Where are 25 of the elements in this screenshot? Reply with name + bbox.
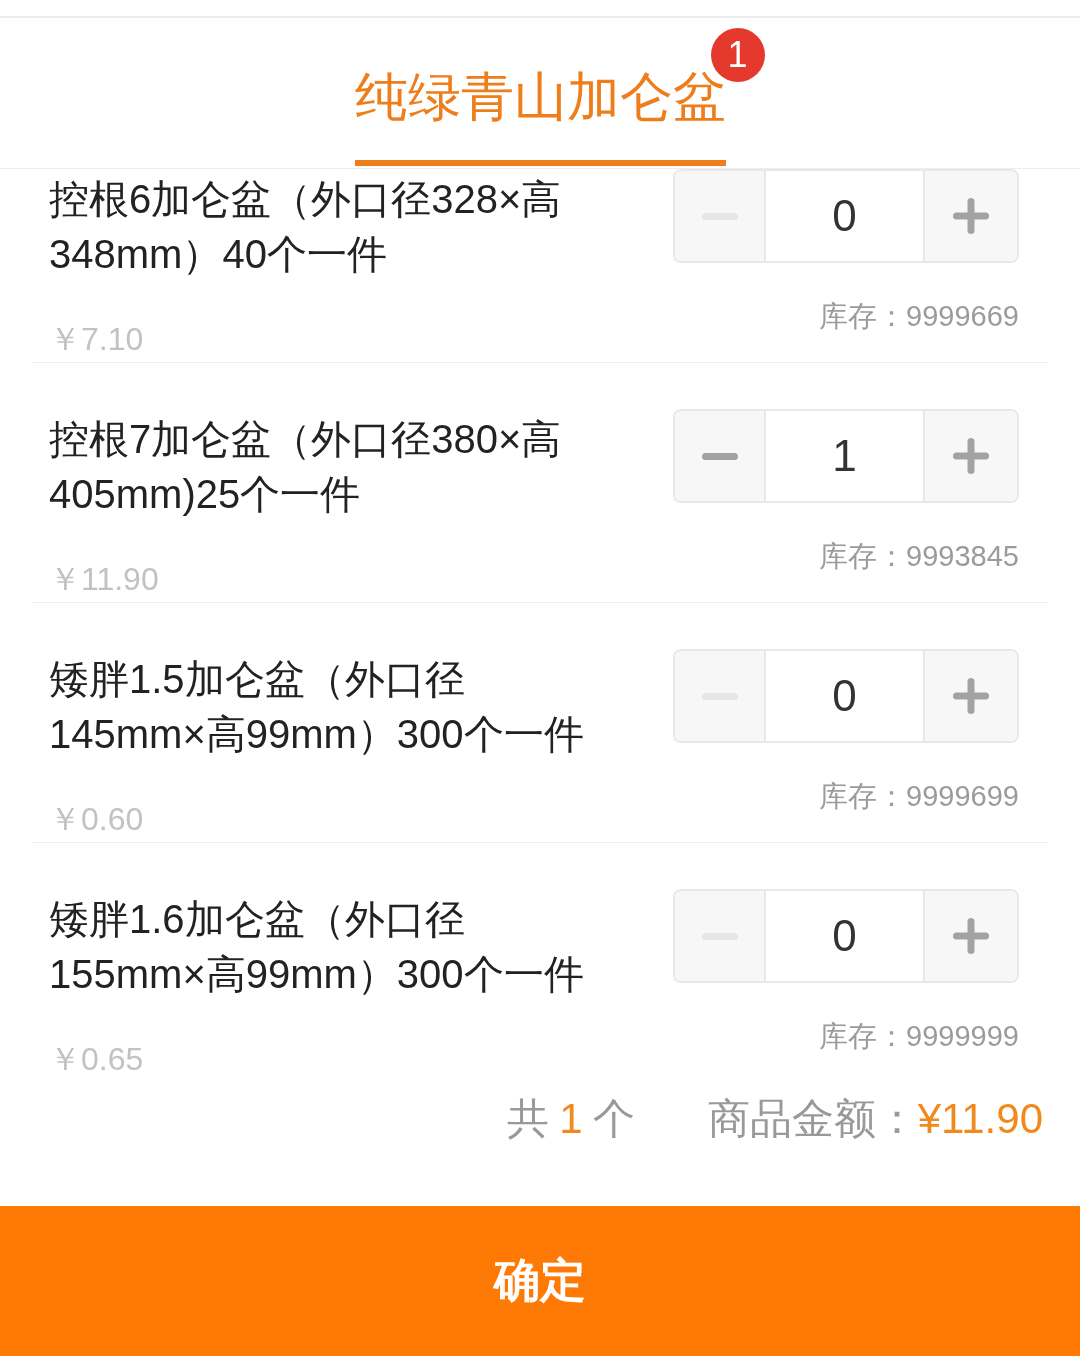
product-title: 矮胖1.5加仑盆（外口径145mm×高99mm）300个一件 (49, 656, 585, 758)
stock-count: 库存：9999999 (819, 1019, 1019, 1054)
plus-icon (953, 438, 989, 474)
plus-icon (953, 678, 989, 714)
decrease-button[interactable] (675, 411, 766, 501)
total-amount: ¥11.90 (917, 1097, 1043, 1141)
product-price: ￥0.60 (49, 800, 144, 839)
increase-button[interactable] (923, 411, 1017, 501)
increase-button[interactable] (923, 171, 1017, 261)
item-count: 共 1 个 (507, 1097, 635, 1141)
amount-label: 商品金额： (707, 1097, 918, 1141)
stock-count: 库存：9999699 (819, 779, 1019, 814)
increase-button[interactable] (923, 651, 1017, 741)
product-price: ￥7.10 (49, 320, 144, 359)
product-title: 控根6加仑盆（外口径328×高348mm）40个一件 (49, 176, 563, 278)
stock-count: 库存：9993845 (819, 539, 1019, 574)
stock-count: 库存：9999669 (819, 299, 1019, 334)
plus-icon (953, 198, 989, 234)
increase-button[interactable] (923, 891, 1017, 981)
product-price: ￥11.90 (49, 560, 159, 599)
product-title: 控根7加仑盆（外口径380×高405mm)25个一件 (49, 416, 563, 518)
product-price: ￥0.65 (49, 1040, 144, 1079)
plus-icon (953, 918, 989, 954)
minus-icon (701, 452, 738, 460)
product-title: 矮胖1.6加仑盆（外口径155mm×高99mm）300个一件 (49, 896, 585, 998)
